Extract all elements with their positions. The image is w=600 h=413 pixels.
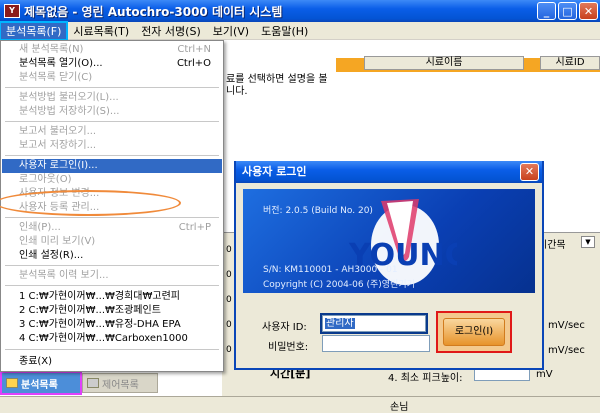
window-title: 제목없음 - 영린 Autochro-3000 데이터 시스템	[24, 4, 283, 19]
status-bar: 손님	[0, 396, 600, 413]
menu-item-label: 로그아웃(O)	[19, 174, 72, 185]
menu-separator	[5, 285, 219, 286]
login-dialog-title: 사용자 로그인	[236, 161, 542, 183]
chevron-down-icon[interactable]: ▼	[581, 236, 595, 248]
unit-label: mV/sec	[548, 345, 585, 356]
tab-analysis-list[interactable]: 분석목록	[0, 371, 82, 395]
copyright-text: Copyright (C) 2004-06 (주)영린기기	[263, 280, 415, 290]
unit-label: mV	[536, 369, 553, 380]
menu-item-recent-2[interactable]: 2 C:₩가현이꺼₩...₩조광페인트	[19, 304, 219, 318]
close-button[interactable]: ✕	[579, 2, 598, 20]
min-peak-height-label: 4. 최소 피크높이:	[388, 373, 463, 384]
menu-item-shortcut: Ctrl+P	[178, 222, 211, 233]
menu-item-label: 1 C:₩가현이꺼₩...₩경희대₩고련피	[19, 291, 180, 302]
file-menu: 새 분석목록(N) Ctrl+N 분석목록 열기(O)... Ctrl+O 분석…	[0, 40, 224, 372]
window-titlebar: Y 제목없음 - 영린 Autochro-3000 데이터 시스템 _ □ ✕	[0, 0, 600, 22]
menu-item-label: 분석방법 저장하기(S)...	[19, 106, 120, 117]
login-banner: 버전: 2.0.5 (Build No. 20) YOUNG S/N: KM11…	[243, 189, 535, 293]
app-icon[interactable]: Y	[4, 4, 20, 18]
menu-item-logout[interactable]: 로그아웃(O)	[19, 173, 219, 187]
menu-item-close[interactable]: 분석목록 닫기(C)	[19, 71, 219, 85]
menu-item-save-method[interactable]: 분석방법 저장하기(S)...	[19, 105, 219, 119]
login-button[interactable]: 로그인(I)	[436, 311, 512, 353]
status-user: 손님	[390, 402, 409, 413]
menu-separator	[5, 349, 219, 350]
menu-separator	[5, 121, 219, 122]
maximize-button[interactable]: □	[558, 2, 577, 20]
menu-item-print[interactable]: 인쇄(P)... Ctrl+P	[19, 221, 219, 235]
menu-esign[interactable]: 전자 서명(S)	[135, 22, 207, 40]
menu-item-exit[interactable]: 종료(X)	[19, 355, 219, 369]
menu-item-label: 종료(X)	[19, 356, 53, 367]
menu-item-label: 인쇄 설정(R)...	[19, 250, 84, 261]
menu-item-label: 보고서 불러오기...	[19, 126, 97, 137]
menu-item-print-preview[interactable]: 인쇄 미리 보기(V)	[19, 235, 219, 249]
serial-number: S/N: KM110001 - AH3000 - 01	[263, 265, 398, 275]
panel-value: 0	[226, 245, 232, 255]
folder-icon	[6, 378, 18, 388]
menu-view[interactable]: 보기(V)	[207, 22, 255, 40]
column-sample-id[interactable]: 시료ID	[540, 56, 600, 70]
panel-value: 0	[226, 295, 232, 305]
menu-samples[interactable]: 시료목록(T)	[67, 22, 135, 40]
menu-item-open[interactable]: 분석목록 열기(O)... Ctrl+O	[19, 57, 219, 71]
menu-item-label: 분석목록 이력 보기...	[19, 270, 109, 281]
password-label: 비밀번호:	[268, 342, 309, 353]
menu-item-label: 보고서 저장하기...	[19, 140, 97, 151]
tab-label: 제어목록	[102, 379, 139, 391]
tab-label: 분석목록	[21, 379, 58, 391]
login-button-label: 로그인(I)	[443, 318, 505, 346]
menu-item-new[interactable]: 새 분석목록(N) Ctrl+N	[19, 43, 219, 57]
menu-item-label: 인쇄 미리 보기(V)	[19, 236, 96, 247]
panel-value: 0	[226, 270, 232, 280]
menu-item-recent-1[interactable]: 1 C:₩가현이꺼₩...₩경희대₩고련피	[19, 290, 219, 304]
menu-separator	[5, 217, 219, 218]
panel-value: 0	[226, 320, 232, 330]
menu-item-load-method[interactable]: 분석방법 불러오기(L)...	[19, 91, 219, 105]
menu-file[interactable]: 분석목록(F)	[0, 20, 69, 41]
menu-separator	[5, 265, 219, 266]
menu-item-label: 사용자 로그인(I)...	[19, 160, 98, 171]
menu-item-shortcut: Ctrl+N	[177, 44, 211, 55]
menu-item-history[interactable]: 분석목록 이력 보기...	[19, 269, 219, 283]
menu-item-print-setup[interactable]: 인쇄 설정(R)...	[19, 249, 219, 263]
menu-item-recent-3[interactable]: 3 C:₩가현이꺼₩...₩유정-DHA EPA	[19, 318, 219, 332]
tab-control-list[interactable]: 제어목록	[82, 373, 158, 393]
folder-icon	[87, 378, 99, 388]
menu-item-label: 분석목록 열기(O)...	[19, 58, 103, 69]
menu-item-label: 4 C:₩가현이꺼₩...₩Carboxen1000	[19, 333, 188, 344]
menu-item-label: 새 분석목록(N)	[19, 44, 84, 55]
menu-item-label: 인쇄(P)...	[19, 222, 61, 233]
menu-separator	[5, 155, 219, 156]
menu-item-label: 3 C:₩가현이꺼₩...₩유정-DHA EPA	[19, 319, 181, 330]
menu-item-recent-4[interactable]: 4 C:₩가현이꺼₩...₩Carboxen1000	[19, 332, 219, 346]
menu-item-label: 2 C:₩가현이꺼₩...₩조광페인트	[19, 305, 161, 316]
menu-item-load-report[interactable]: 보고서 불러오기...	[19, 125, 219, 139]
menu-item-label: 분석목록 닫기(C)	[19, 72, 93, 83]
minimize-button[interactable]: _	[537, 2, 556, 20]
password-field[interactable]	[322, 335, 430, 352]
panel-value: 0	[226, 345, 232, 355]
menu-item-save-report[interactable]: 보고서 저장하기...	[19, 139, 219, 153]
login-dialog: 사용자 로그인 ✕ 버전: 2.0.5 (Build No. 20) YOUNG…	[234, 161, 544, 370]
user-id-field[interactable]: 관리자	[320, 313, 428, 334]
user-id-value: 관리자	[325, 318, 355, 329]
menu-bar: 분석목록(F) 시료목록(T) 전자 서명(S) 보기(V) 도움말(H)	[0, 20, 600, 41]
menu-item-user-login[interactable]: 사용자 로그인(I)...	[2, 159, 222, 173]
menu-separator	[5, 87, 219, 88]
annotation-oval	[0, 190, 181, 216]
unit-label: mV/sec	[548, 320, 585, 331]
column-sample-name[interactable]: 시료이름	[364, 56, 524, 70]
menu-item-label: 분석방법 불러오기(L)...	[19, 92, 119, 103]
sample-hint-text: 료를 선택하면 설명을 볼 니다.	[226, 74, 328, 97]
sample-column-headers: 시료이름 시료ID	[336, 56, 600, 70]
menu-help[interactable]: 도움말(H)	[255, 22, 314, 40]
menu-item-shortcut: Ctrl+O	[176, 58, 211, 69]
close-icon[interactable]: ✕	[520, 163, 539, 181]
user-id-label: 사용자 ID:	[262, 322, 307, 333]
